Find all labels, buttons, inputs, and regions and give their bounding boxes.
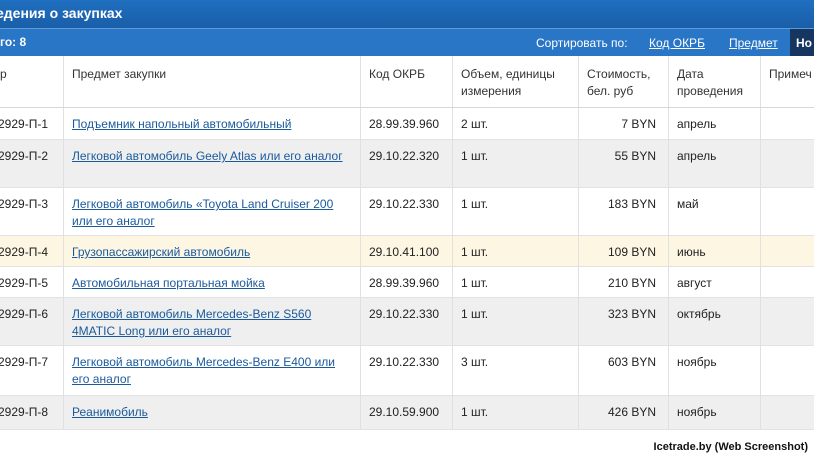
row-notes xyxy=(760,396,814,429)
subject-link[interactable]: Легковой автомобиль Geely Atlas или его … xyxy=(72,149,343,163)
row-notes xyxy=(760,108,814,139)
table-row: 2929-П-8 Реанимобиль 29.10.59.900 1 шт. … xyxy=(0,396,814,430)
sort-by-okrb-link[interactable]: Код ОКРБ xyxy=(649,36,705,50)
row-okrb: 29.10.41.100 xyxy=(360,236,452,266)
row-notes xyxy=(760,267,814,297)
row-cost: 323 BYN xyxy=(578,298,668,345)
row-date: апрель xyxy=(668,140,760,187)
subject-link[interactable]: Легковой автомобиль «Toyota Land Cruiser… xyxy=(72,197,333,228)
results-count: го: 8 xyxy=(0,35,27,49)
row-volume: 1 шт. xyxy=(452,188,578,235)
row-okrb: 28.99.39.960 xyxy=(360,267,452,297)
subject-link[interactable]: Автомобильная портальная мойка xyxy=(72,276,265,290)
column-header-okrb: Код ОКРБ xyxy=(360,56,452,107)
subject-link[interactable]: Легковой автомобиль Mercedes-Benz E400 и… xyxy=(72,355,335,386)
column-header-subject: Предмет закупки xyxy=(63,56,360,107)
row-okrb: 29.10.22.330 xyxy=(360,346,452,395)
row-okrb: 29.10.22.320 xyxy=(360,140,452,187)
row-date: ноябрь xyxy=(668,346,760,395)
table-row: 2929-П-4 Грузопассажирский автомобиль 29… xyxy=(0,236,814,267)
row-date: ноябрь xyxy=(668,396,760,429)
column-header-notes: Примеч xyxy=(760,56,814,107)
subject-link[interactable]: Легковой автомобиль Mercedes-Benz S560 4… xyxy=(72,307,311,338)
table-row: 2929-П-3 Легковой автомобиль «Toyota Lan… xyxy=(0,188,814,236)
subject-link[interactable]: Реанимобиль xyxy=(72,405,148,419)
row-number: 2929-П-3 xyxy=(0,197,48,211)
row-okrb: 29.10.22.330 xyxy=(360,298,452,345)
subject-link[interactable]: Подъемник напольный автомобильный xyxy=(72,117,291,131)
row-notes xyxy=(760,188,814,235)
row-date: июнь xyxy=(668,236,760,266)
row-number: 2929-П-7 xyxy=(0,355,48,369)
row-okrb: 28.99.39.960 xyxy=(360,108,452,139)
row-number: 2929-П-2 xyxy=(0,149,48,163)
table-row: 2929-П-6 Легковой автомобиль Mercedes-Be… xyxy=(0,298,814,346)
column-header-volume: Объем, единицы измерения xyxy=(452,56,578,107)
row-cost: 426 BYN xyxy=(578,396,668,429)
row-volume: 1 шт. xyxy=(452,140,578,187)
row-notes xyxy=(760,298,814,345)
row-okrb: 29.10.22.330 xyxy=(360,188,452,235)
column-header-number: р xyxy=(0,67,7,81)
row-cost: 55 BYN xyxy=(578,140,668,187)
row-number: 2929-П-4 xyxy=(0,245,48,259)
row-date: август xyxy=(668,267,760,297)
column-header-date: Дата проведения xyxy=(668,56,760,107)
table-row: 2929-П-5 Автомобильная портальная мойка … xyxy=(0,267,814,298)
source-watermark: Icetrade.by (Web Screenshot) xyxy=(651,441,810,453)
row-volume: 1 шт. xyxy=(452,298,578,345)
table-row: 2929-П-1 Подъемник напольный автомобильн… xyxy=(0,108,814,140)
row-volume: 2 шт. xyxy=(452,108,578,139)
subject-link[interactable]: Грузопассажирский автомобиль xyxy=(72,245,250,259)
row-date: апрель xyxy=(668,108,760,139)
table-row: 2929-П-2 Легковой автомобиль Geely Atlas… xyxy=(0,140,814,188)
row-notes xyxy=(760,140,814,187)
sort-by-number-active[interactable]: Но xyxy=(790,29,814,57)
results-toolbar: го: 8 Сортировать по: Код ОКРБ Предмет Н… xyxy=(0,28,814,57)
table-row: 2929-П-7 Легковой автомобиль Mercedes-Be… xyxy=(0,346,814,396)
row-volume: 1 шт. xyxy=(452,236,578,266)
column-header-cost: Стоимость, бел. руб xyxy=(578,56,668,107)
sort-by-subject-link[interactable]: Предмет xyxy=(729,36,778,50)
row-date: октябрь xyxy=(668,298,760,345)
row-notes xyxy=(760,346,814,395)
table-header-row: р Предмет закупки Код ОКРБ Объем, единиц… xyxy=(0,56,814,108)
row-number: 2929-П-5 xyxy=(0,276,48,290)
row-okrb: 29.10.59.900 xyxy=(360,396,452,429)
page-title: едения о закупках xyxy=(0,5,123,21)
row-cost: 109 BYN xyxy=(578,236,668,266)
row-number: 2929-П-8 xyxy=(0,405,48,419)
row-volume: 1 шт. xyxy=(452,267,578,297)
row-cost: 603 BYN xyxy=(578,346,668,395)
page-title-bar: едения о закупках xyxy=(0,0,814,28)
row-notes xyxy=(760,236,814,266)
row-number: 2929-П-1 xyxy=(0,117,48,131)
row-cost: 183 BYN xyxy=(578,188,668,235)
row-cost: 7 BYN xyxy=(578,108,668,139)
row-volume: 1 шт. xyxy=(452,396,578,429)
row-number: 2929-П-6 xyxy=(0,307,48,321)
row-date: май xyxy=(668,188,760,235)
row-cost: 210 BYN xyxy=(578,267,668,297)
row-volume: 3 шт. xyxy=(452,346,578,395)
sort-label: Сортировать по: xyxy=(536,36,628,50)
